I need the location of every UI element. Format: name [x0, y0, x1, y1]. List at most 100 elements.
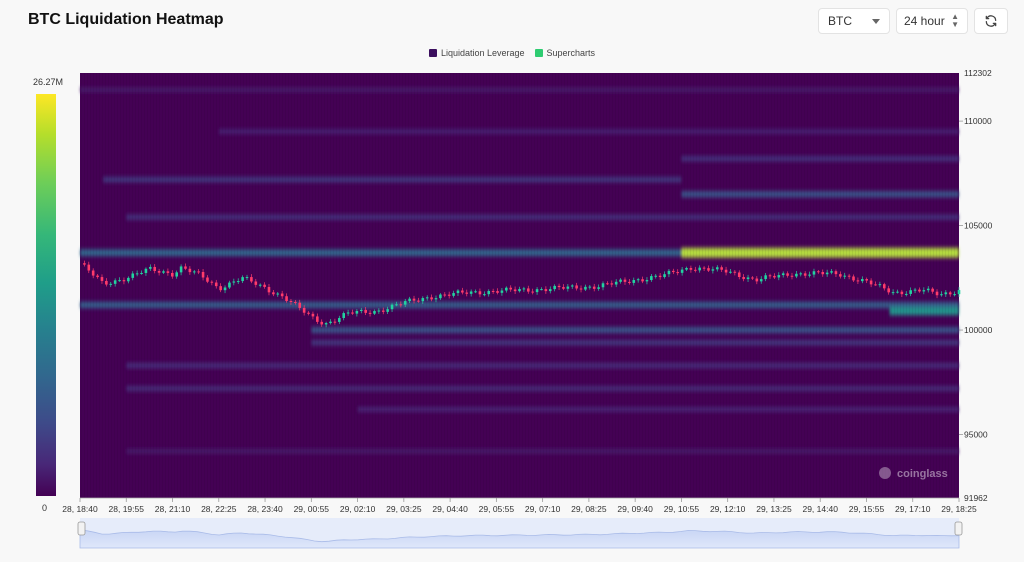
candle [751, 277, 754, 279]
candle [162, 271, 165, 273]
candle [654, 275, 658, 277]
candle [109, 283, 113, 285]
x-tick-label: 28, 19:55 [109, 504, 145, 514]
candle [368, 312, 372, 314]
candle [386, 309, 389, 312]
time-navigator[interactable] [77, 518, 963, 549]
candle [566, 286, 570, 289]
x-tick-label: 29, 05:55 [479, 504, 515, 514]
candle [663, 274, 666, 278]
candle [254, 281, 258, 285]
candle [548, 289, 552, 292]
candle [777, 275, 781, 278]
candle [904, 293, 908, 295]
candle [210, 281, 214, 283]
candle [935, 291, 939, 296]
candle [597, 287, 600, 289]
x-tick-label: 29, 03:25 [386, 504, 422, 514]
candle [289, 300, 293, 302]
candle [865, 279, 869, 281]
candle [175, 272, 178, 277]
candle [258, 284, 262, 286]
x-tick-label: 29, 02:10 [340, 504, 376, 514]
candle [329, 321, 332, 324]
candle [913, 289, 917, 291]
candle [206, 277, 209, 282]
navigator-right-handle[interactable] [954, 521, 963, 536]
x-tick-label: 29, 13:25 [756, 504, 792, 514]
candle [847, 275, 851, 277]
candle [737, 272, 741, 278]
candle [223, 287, 227, 291]
candle [562, 287, 565, 289]
candle [540, 289, 543, 291]
candle [834, 271, 838, 275]
candle [267, 286, 271, 293]
candle [408, 298, 411, 302]
candle [96, 275, 99, 278]
candle [381, 310, 385, 312]
candle [100, 277, 104, 281]
candle [887, 288, 890, 293]
candle [628, 281, 631, 283]
candle [153, 266, 157, 272]
candle [786, 273, 789, 276]
candle [324, 323, 328, 325]
candle [610, 283, 614, 285]
candle [909, 290, 912, 294]
candle [672, 270, 675, 273]
candle [456, 290, 460, 294]
candle [447, 294, 451, 296]
candle [500, 290, 504, 293]
candle [461, 290, 464, 293]
candle [711, 269, 715, 271]
candle [926, 288, 930, 291]
candle [803, 273, 807, 276]
candle [676, 272, 680, 274]
candle [342, 313, 345, 319]
candle [140, 272, 143, 274]
candle [184, 266, 187, 269]
navigator-left-handle[interactable] [77, 521, 86, 536]
candle [280, 293, 284, 297]
candle [505, 287, 508, 291]
x-tick-label: 29, 00:55 [294, 504, 330, 514]
candle [759, 279, 763, 282]
candle [91, 270, 95, 276]
candle [715, 267, 719, 270]
candle [201, 271, 205, 278]
candle [351, 312, 354, 314]
candle [953, 294, 956, 296]
y-axis: 110000 105000 100000 95000 112302 91962 [959, 68, 993, 503]
candle [214, 282, 218, 287]
candle [478, 291, 482, 295]
x-axis: 28, 18:40 28, 19:55 28, 21:10 28, 22:25 28, … [62, 497, 977, 514]
candle [179, 266, 183, 273]
candle [522, 288, 526, 290]
candle [575, 285, 578, 289]
x-tick-label: 29, 12:10 [710, 504, 746, 514]
x-tick-label: 28, 21:10 [155, 504, 191, 514]
candle [105, 280, 108, 285]
y-tick-label: 100000 [964, 325, 993, 335]
candle [544, 289, 548, 292]
candle [557, 285, 561, 288]
candle [856, 280, 860, 282]
candle [601, 283, 605, 288]
candle [232, 281, 236, 283]
y-max-label: 112302 [964, 68, 992, 78]
candle [746, 277, 750, 280]
candle [918, 289, 921, 292]
candle [359, 309, 363, 312]
candle [878, 284, 882, 286]
candle [338, 318, 341, 322]
candle [430, 297, 433, 300]
x-tick-label: 29, 08:25 [571, 504, 607, 514]
candle [795, 273, 798, 277]
candle [957, 290, 961, 295]
x-tick-label: 29, 07:10 [525, 504, 561, 514]
x-tick-label: 29, 15:55 [849, 504, 885, 514]
candle [487, 290, 491, 295]
y-tick-label: 95000 [964, 430, 988, 440]
candle [940, 294, 943, 296]
